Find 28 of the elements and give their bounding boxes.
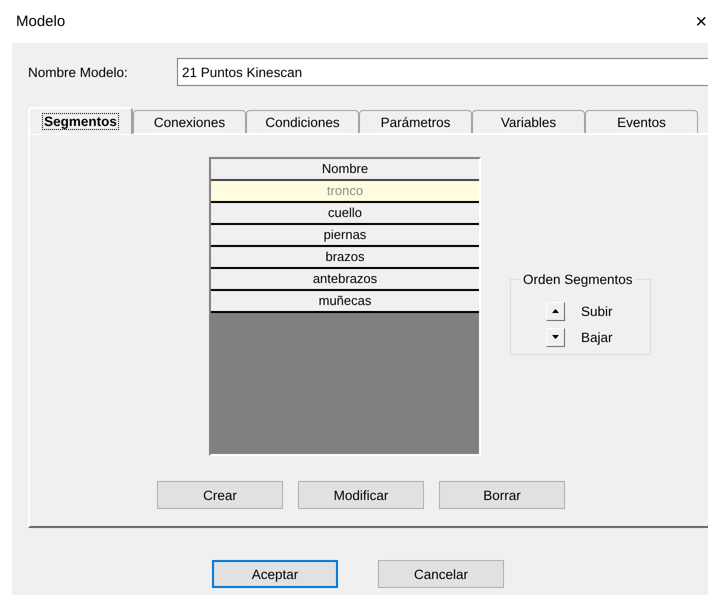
down-triangle-icon xyxy=(552,334,559,340)
tab[interactable]: Condiciones xyxy=(246,110,359,133)
tab[interactable]: Segmentos xyxy=(28,107,133,134)
table-row[interactable]: muñecas xyxy=(211,291,479,313)
action-button[interactable]: Borrar xyxy=(439,481,565,509)
button-label: Bajar xyxy=(581,330,613,344)
table-row[interactable]: cuello xyxy=(211,203,479,225)
name-field[interactable]: 21 Puntos Kinescan xyxy=(177,58,708,86)
dialog-button[interactable]: Aceptar xyxy=(212,560,338,588)
tab[interactable]: Eventos xyxy=(585,110,698,133)
move-up-button[interactable] xyxy=(546,302,565,320)
tab[interactable]: Variables xyxy=(472,110,585,133)
action-button[interactable]: Modificar xyxy=(298,481,424,509)
close-button[interactable]: × xyxy=(695,10,707,32)
field-label: Nombre Modelo: xyxy=(28,64,129,80)
window-title: Modelo xyxy=(16,13,66,30)
table-row[interactable]: brazos xyxy=(211,247,479,269)
dialog-button[interactable]: Cancelar xyxy=(378,560,504,588)
tab[interactable]: Conexiones xyxy=(133,110,246,133)
move-down-button[interactable] xyxy=(546,328,565,346)
group-title: Orden Segmentos xyxy=(521,272,635,288)
up-triangle-icon xyxy=(552,308,559,314)
button-label: Subir xyxy=(581,304,613,318)
action-button[interactable]: Crear xyxy=(157,481,283,509)
tab[interactable]: Parámetros xyxy=(359,110,472,133)
column-header: Nombre xyxy=(211,159,479,181)
table-row[interactable]: piernas xyxy=(211,225,479,247)
table-row[interactable]: antebrazos xyxy=(211,269,479,291)
